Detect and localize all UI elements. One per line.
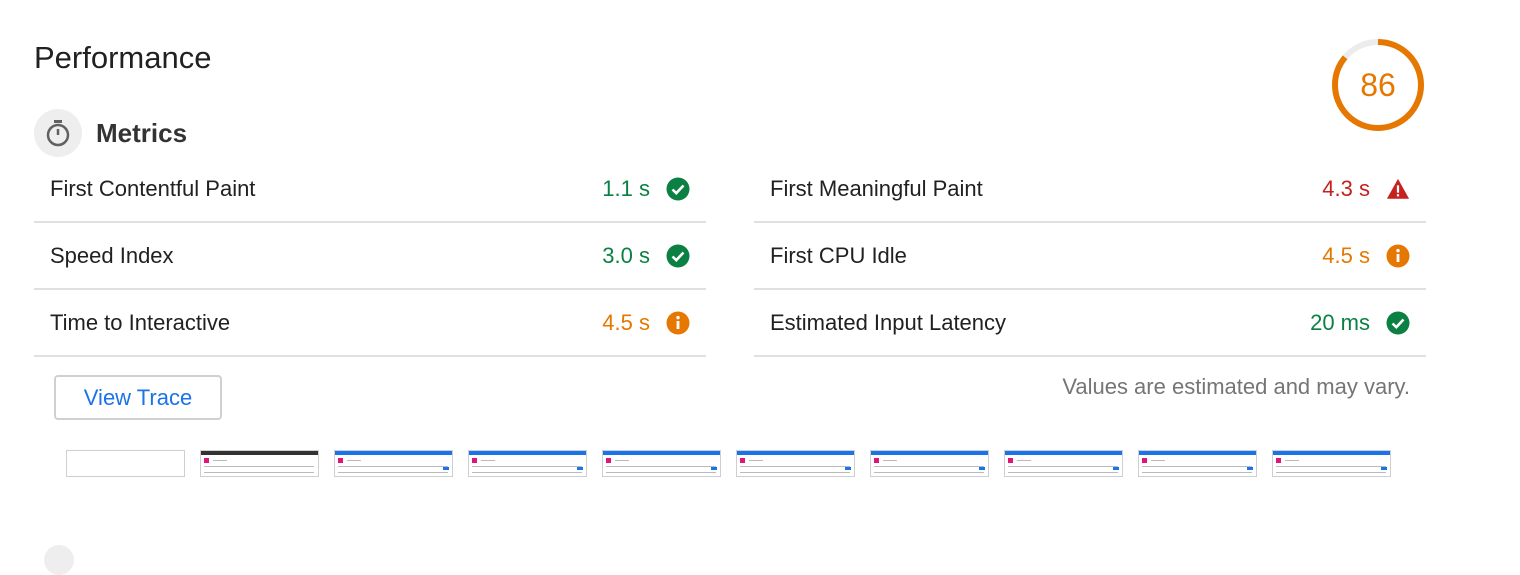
performance-score-gauge: 86: [1331, 38, 1425, 132]
estimate-note: Values are estimated and may vary.: [1062, 374, 1410, 399]
metric-value: 4.5 s: [602, 309, 650, 335]
metric-value: 1.1 s: [602, 175, 650, 201]
metrics-column-left: First Contentful Paint 1.1 s Speed Index…: [34, 156, 706, 357]
metric-value: 4.3 s: [1322, 175, 1370, 201]
view-trace-button[interactable]: View Trace: [54, 375, 222, 420]
filmstrip-frame: [1004, 450, 1123, 477]
metric-row: Time to Interactive 4.5 s: [34, 290, 706, 357]
pass-check-icon: [666, 177, 690, 201]
performance-score-value: 86: [1360, 67, 1396, 103]
pass-check-icon: [666, 244, 690, 268]
metrics-header: Metrics: [34, 108, 187, 158]
section-title: Performance: [34, 40, 212, 75]
average-info-icon: [1386, 244, 1410, 268]
average-info-icon: [666, 311, 690, 335]
filmstrip-frame: [334, 450, 453, 477]
metric-name: Time to Interactive: [50, 309, 231, 335]
pass-check-icon: [1386, 311, 1410, 335]
metric-name: Speed Index: [50, 242, 174, 268]
metric-row: First Meaningful Paint 4.3 s: [754, 156, 1426, 223]
metric-name: First Meaningful Paint: [770, 175, 983, 201]
metric-row: Estimated Input Latency 20 ms: [754, 290, 1426, 357]
filmstrip-frame: [468, 450, 587, 477]
metric-row: Speed Index 3.0 s: [34, 223, 706, 290]
metrics-column-right: First Meaningful Paint 4.3 s First CPU I…: [754, 156, 1426, 357]
metric-value: 20 ms: [1310, 309, 1370, 335]
filmstrip-frame: [870, 450, 989, 477]
metric-name: First CPU Idle: [770, 242, 907, 268]
fail-warning-icon: [1386, 177, 1410, 201]
metric-name: Estimated Input Latency: [770, 309, 1007, 335]
filmstrip-frame: [736, 450, 855, 477]
metric-row: First CPU Idle 4.5 s: [754, 223, 1426, 290]
next-section-icon: [44, 545, 74, 575]
filmstrip-frame: [1272, 450, 1391, 477]
stopwatch-icon: [34, 109, 82, 157]
filmstrip-frame: [1138, 450, 1257, 477]
filmstrip-frame: [200, 450, 319, 477]
filmstrip: [66, 450, 1391, 477]
metric-name: First Contentful Paint: [50, 175, 256, 201]
metric-row: First Contentful Paint 1.1 s: [34, 156, 706, 223]
metrics-heading: Metrics: [96, 117, 188, 148]
metric-value: 4.5 s: [1322, 242, 1370, 268]
metric-value: 3.0 s: [602, 242, 650, 268]
filmstrip-frame: [66, 450, 185, 477]
filmstrip-frame: [602, 450, 721, 477]
